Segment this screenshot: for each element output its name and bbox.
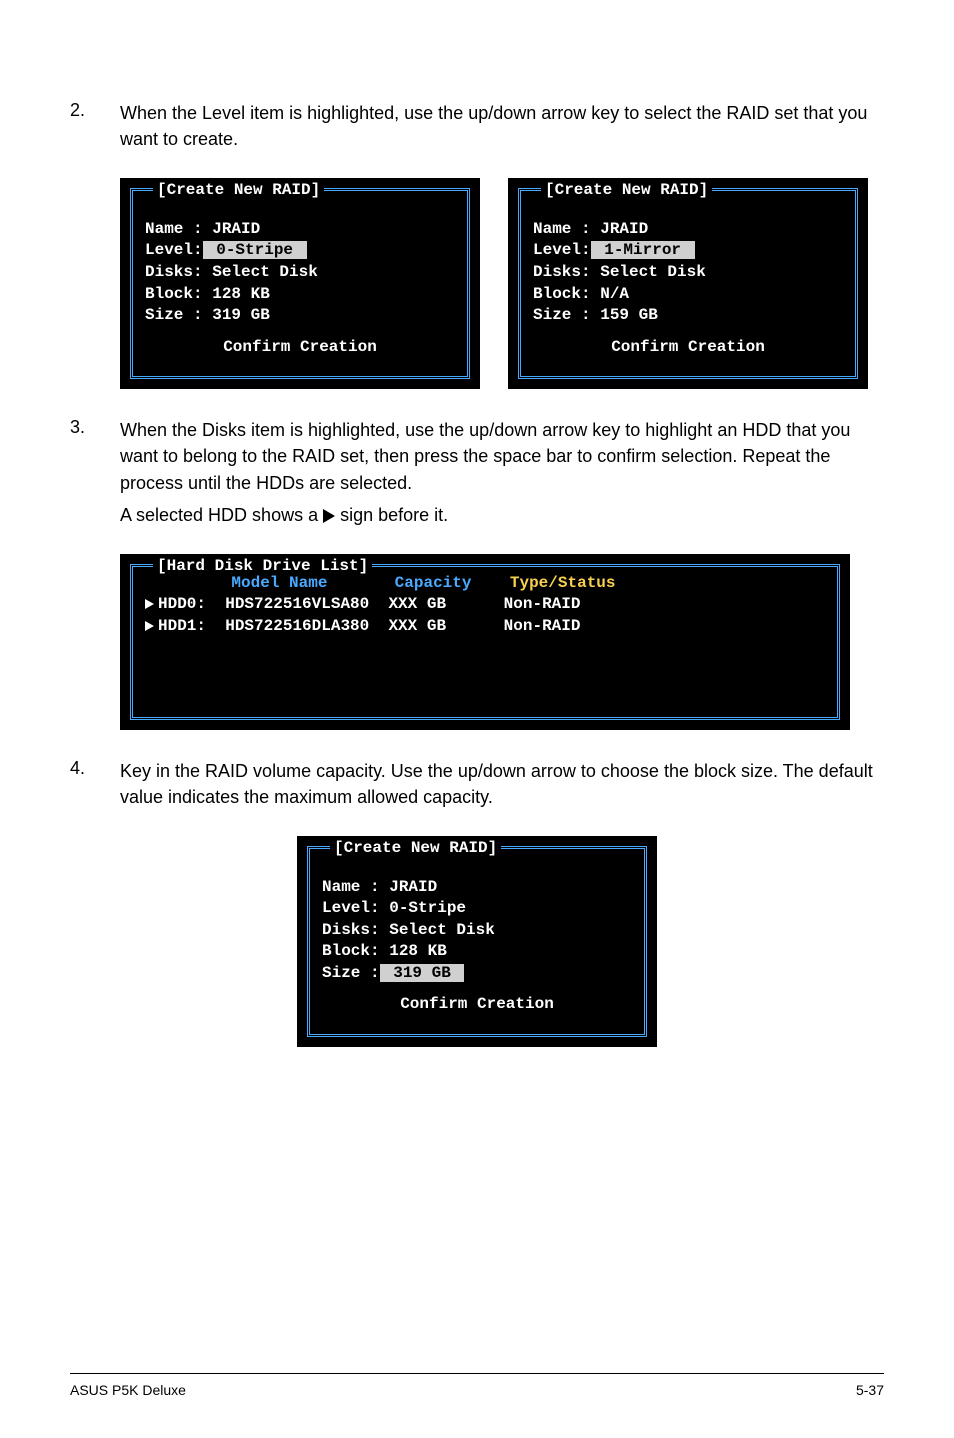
field-level-label: Level:	[145, 241, 203, 259]
step-text: When the Disks item is highlighted, use …	[120, 417, 884, 495]
field-size-value[interactable]: 319 GB	[380, 964, 465, 982]
field-block: Block: 128 KB	[322, 942, 447, 960]
triangle-right-icon	[145, 621, 154, 631]
hdd1-type: Non-RAID	[504, 617, 581, 635]
field-name: Name : JRAID	[533, 220, 648, 238]
step-note: A selected HDD shows a sign before it.	[120, 502, 884, 528]
step-number: 3.	[70, 417, 120, 533]
triangle-right-icon	[145, 599, 154, 609]
hdd-list-panel: [Hard Disk Drive List] Model Name Capaci…	[120, 554, 850, 730]
col-capacity: Capacity	[395, 574, 472, 592]
col-model: Model Name	[231, 574, 327, 592]
field-size: Size : 159 GB	[533, 306, 658, 324]
field-size: Size : 319 GB	[145, 306, 270, 324]
step-number: 2.	[70, 100, 120, 158]
create-raid-panel-stripe: [Create New RAID] Name : JRAID Level: 0-…	[120, 178, 480, 389]
panel-title: [Hard Disk Drive List]	[153, 557, 372, 575]
field-disks: Disks: Select Disk	[322, 921, 495, 939]
step-2: 2. When the Level item is highlighted, u…	[70, 100, 884, 158]
create-raid-panel-size: [Create New RAID] Name : JRAID Level: 0-…	[297, 836, 657, 1047]
hdd0-model: HDS722516VLSA80	[225, 595, 369, 613]
step-4: 4. Key in the RAID volume capacity. Use …	[70, 758, 884, 816]
panel-title: [Create New RAID]	[541, 181, 712, 199]
field-name: Name : JRAID	[145, 220, 260, 238]
page-footer: ASUS P5K Deluxe 5-37	[70, 1373, 884, 1398]
hdd0-cap: XXX GB	[388, 595, 446, 613]
step-text: When the Level item is highlighted, use …	[120, 100, 884, 152]
confirm-creation[interactable]: Confirm Creation	[611, 338, 765, 356]
field-disks: Disks: Select Disk	[533, 263, 706, 281]
col-type: Type/Status	[510, 574, 616, 592]
field-level-value[interactable]: 0-Stripe	[203, 241, 307, 259]
footer-right: 5-37	[856, 1382, 884, 1398]
field-level-value[interactable]: 1-Mirror	[591, 241, 695, 259]
field-disks: Disks: Select Disk	[145, 263, 318, 281]
note-prefix: A selected HDD shows a	[120, 505, 323, 525]
field-level-label: Level:	[533, 241, 591, 259]
hdd0-id[interactable]: HDD0:	[158, 595, 206, 613]
field-level: Level: 0-Stripe	[322, 899, 466, 917]
confirm-creation[interactable]: Confirm Creation	[400, 995, 554, 1013]
step-number: 4.	[70, 758, 120, 816]
panel-title: [Create New RAID]	[330, 839, 501, 857]
hdd0-type: Non-RAID	[504, 595, 581, 613]
hdd1-cap: XXX GB	[388, 617, 446, 635]
field-block: Block: 128 KB	[145, 285, 270, 303]
hdd1-id[interactable]: HDD1:	[158, 617, 206, 635]
step-text: Key in the RAID volume capacity. Use the…	[120, 758, 884, 810]
hdd1-model: HDS722516DLA380	[225, 617, 369, 635]
confirm-creation[interactable]: Confirm Creation	[223, 338, 377, 356]
create-raid-panel-mirror: [Create New RAID] Name : JRAID Level: 1-…	[508, 178, 868, 389]
panels-step2: [Create New RAID] Name : JRAID Level: 0-…	[120, 178, 884, 389]
footer-left: ASUS P5K Deluxe	[70, 1382, 186, 1398]
triangle-right-icon	[323, 509, 335, 523]
field-block: Block: N/A	[533, 285, 629, 303]
field-name: Name : JRAID	[322, 878, 437, 896]
step-3: 3. When the Disks item is highlighted, u…	[70, 417, 884, 533]
panel-title: [Create New RAID]	[153, 181, 324, 199]
note-suffix: sign before it.	[335, 505, 448, 525]
field-size-label: Size :	[322, 964, 380, 982]
